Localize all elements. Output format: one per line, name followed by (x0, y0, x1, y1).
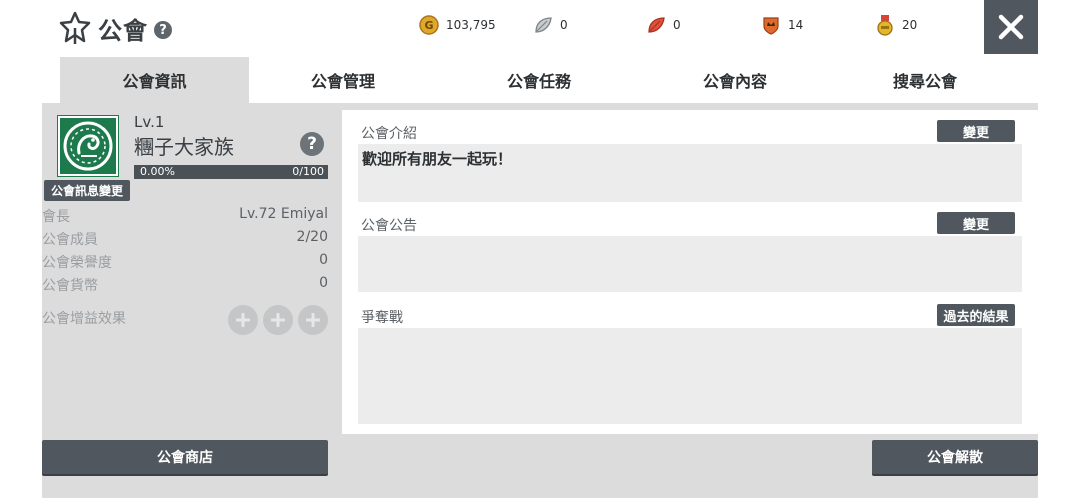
plus-icon (271, 313, 285, 327)
stat-label: 公會貨幣 (42, 278, 98, 294)
stat-label: 會長 (42, 209, 70, 225)
stat-leader: 會長 Lv.72 Emiyal (42, 206, 328, 228)
tab-guild-quests[interactable]: 公會任務 (444, 57, 634, 103)
stat-value: 0 (319, 275, 328, 291)
tab-guild-content[interactable]: 公會內容 (640, 57, 830, 103)
stat-currency: 公會貨幣 0 (42, 275, 328, 297)
medal-icon (874, 14, 896, 36)
gold-value: 103,795 (446, 18, 496, 32)
guild-name: 糰子大家族 (134, 135, 234, 159)
currency-gold: G 103,795 (418, 14, 496, 36)
buff-label: 公會增益效果 (42, 311, 126, 327)
close-button[interactable] (984, 0, 1038, 54)
exp-percent: 0.00% (140, 165, 175, 178)
intro-label: 公會介紹 (361, 126, 417, 142)
silver-value: 0 (560, 18, 568, 32)
red-value: 0 (673, 18, 681, 32)
plus-icon (306, 313, 320, 327)
guild-level: Lv.1 (134, 113, 165, 131)
buff-slot-1[interactable] (228, 305, 258, 335)
war-box (358, 328, 1022, 424)
tab-search-guild[interactable]: 搜尋公會 (830, 57, 1020, 103)
guild-details-panel: 公會介紹 變更 歡迎所有朋友一起玩！ 公會公告 變更 爭奪戰 過去的結果 (342, 110, 1038, 434)
guild-shop-button[interactable]: 公會商店 (42, 440, 328, 474)
notice-change-button[interactable]: 變更 (937, 212, 1015, 234)
war-label: 爭奪戰 (361, 310, 403, 326)
intro-change-button[interactable]: 變更 (937, 120, 1015, 142)
red-leaf-icon (645, 14, 667, 36)
buff-slot-3[interactable] (298, 305, 328, 335)
gold-coin-icon: G (418, 14, 440, 36)
currency-red: 0 (645, 14, 681, 36)
guild-exp-bar: 0.00% 0/100 (134, 165, 328, 179)
past-results-button[interactable]: 過去的結果 (937, 304, 1015, 326)
currency-bar: G 103,795 0 0 14 20 (42, 14, 942, 40)
notice-box (358, 236, 1022, 292)
tab-guild-management[interactable]: 公會管理 (249, 57, 437, 103)
currency-crown: 14 (760, 14, 803, 36)
crown-shield-icon (760, 14, 782, 36)
stat-label: 公會榮譽度 (42, 255, 112, 271)
tab-guild-info[interactable]: 公會資訊 (60, 57, 249, 103)
close-icon (998, 14, 1024, 40)
guild-window: 公會 ? G 103,795 0 0 14 20 公會資訊 公會管理 公會任務 … (42, 0, 1038, 498)
dragon-emblem-icon (63, 121, 113, 171)
stat-honor: 公會榮譽度 0 (42, 252, 328, 274)
currency-silver: 0 (532, 14, 568, 36)
tab-bar: 公會資訊 公會管理 公會任務 公會內容 搜尋公會 (42, 57, 1038, 103)
stat-label: 公會成員 (42, 232, 98, 248)
plus-icon (236, 313, 250, 327)
exp-value: 0/100 (292, 165, 324, 178)
stat-value: 0 (319, 252, 328, 268)
guild-disband-button[interactable]: 公會解散 (872, 440, 1038, 474)
medal-value: 20 (902, 18, 918, 32)
svg-text:G: G (424, 19, 433, 32)
intro-box: 歡迎所有朋友一起玩！ (358, 144, 1022, 202)
guild-info-panel: Lv.1 糰子大家族 ? 0.00% 0/100 公會訊息變更 會長 Lv.72… (42, 103, 342, 433)
intro-text: 歡迎所有朋友一起玩！ (362, 150, 513, 168)
crown-value: 14 (788, 18, 804, 32)
buff-slot-2[interactable] (263, 305, 293, 335)
header: 公會 ? G 103,795 0 0 14 20 (42, 0, 1038, 57)
silver-leaf-icon (532, 14, 554, 36)
stat-value: Lv.72 Emiyal (239, 206, 328, 222)
stat-members: 公會成員 2/20 (42, 229, 328, 251)
stat-value: 2/20 (296, 229, 328, 245)
currency-medal: 20 (874, 14, 917, 36)
notice-label: 公會公告 (361, 218, 417, 234)
guild-logo (57, 115, 119, 177)
guild-info-change-button[interactable]: 公會訊息變更 (44, 180, 130, 201)
guild-help-icon[interactable]: ? (300, 132, 324, 156)
